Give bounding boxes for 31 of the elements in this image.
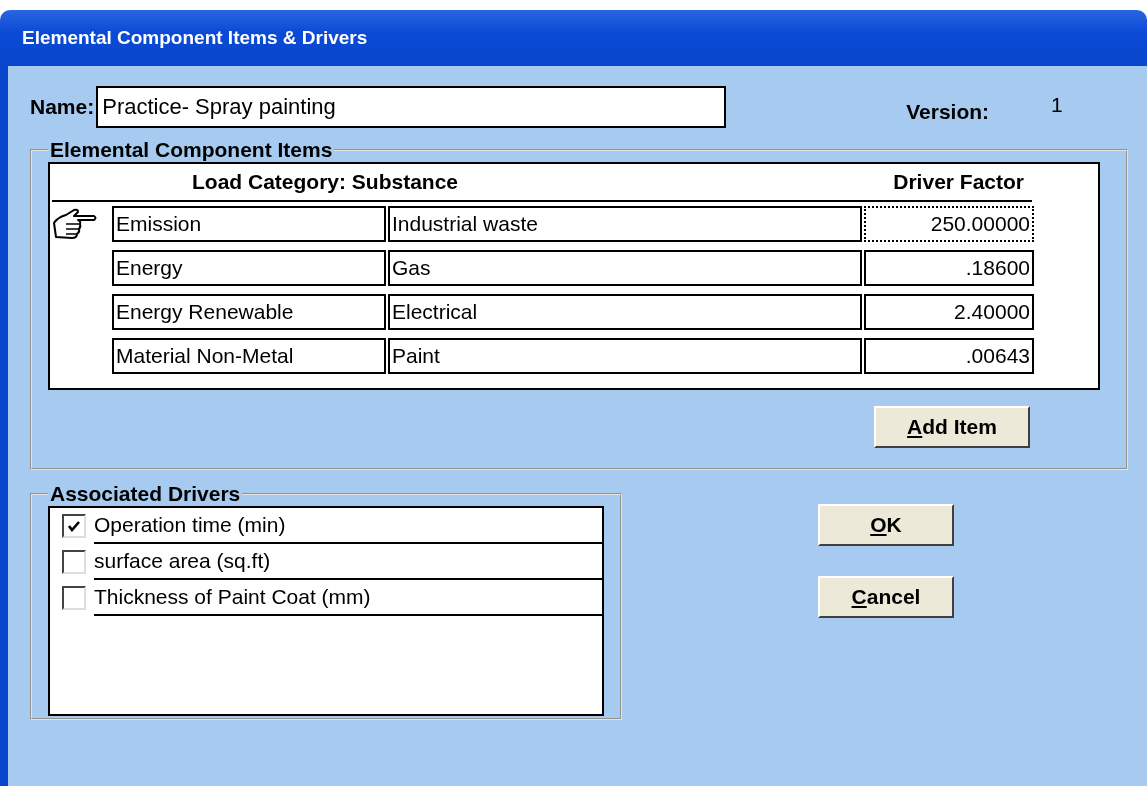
version-label: Version: <box>906 100 990 124</box>
window-title: Elemental Component Items & Drivers <box>22 27 368 49</box>
group-title: Elemental Component Items <box>49 138 334 162</box>
checkbox[interactable] <box>62 586 86 610</box>
driver-label: Operation time (min) <box>94 508 602 544</box>
table-cell[interactable]: 250.00000 <box>864 206 1034 242</box>
check-mark-icon <box>67 520 81 532</box>
table-cell[interactable]: Material Non-Metal <box>112 338 386 374</box>
table-cell[interactable]: Paint <box>388 338 862 374</box>
table-cell[interactable]: 2.40000 <box>864 294 1034 330</box>
cancel-button[interactable]: Cancel <box>818 576 954 618</box>
table-cell[interactable]: .00643 <box>864 338 1034 374</box>
table-cell[interactable]: Emission <box>112 206 386 242</box>
name-field[interactable]: Practice- Spray painting <box>96 86 727 128</box>
driver-label: Thickness of Paint Coat (mm) <box>94 580 602 616</box>
checkbox[interactable] <box>62 550 86 574</box>
ok-button[interactable]: OK <box>818 504 954 546</box>
name-label: Name: <box>30 95 95 119</box>
column-header: Load Category: Substance <box>192 170 459 194</box>
checkbox[interactable] <box>62 514 86 538</box>
table-cell[interactable]: Electrical <box>388 294 862 330</box>
driver-label: surface area (sq.ft) <box>94 544 602 580</box>
table-cell[interactable]: Energy <box>112 250 386 286</box>
table-cell[interactable]: Industrial waste <box>388 206 862 242</box>
version-value: 1 <box>1051 93 1063 117</box>
add-item-button[interactable]: Add Item <box>874 406 1030 448</box>
table-cell[interactable]: Energy Renewable <box>112 294 386 330</box>
group-title: Associated Drivers <box>49 482 242 506</box>
table-cell[interactable]: .18600 <box>864 250 1034 286</box>
table-cell[interactable]: Gas <box>388 250 862 286</box>
column-header: Driver Factor <box>893 170 1024 194</box>
